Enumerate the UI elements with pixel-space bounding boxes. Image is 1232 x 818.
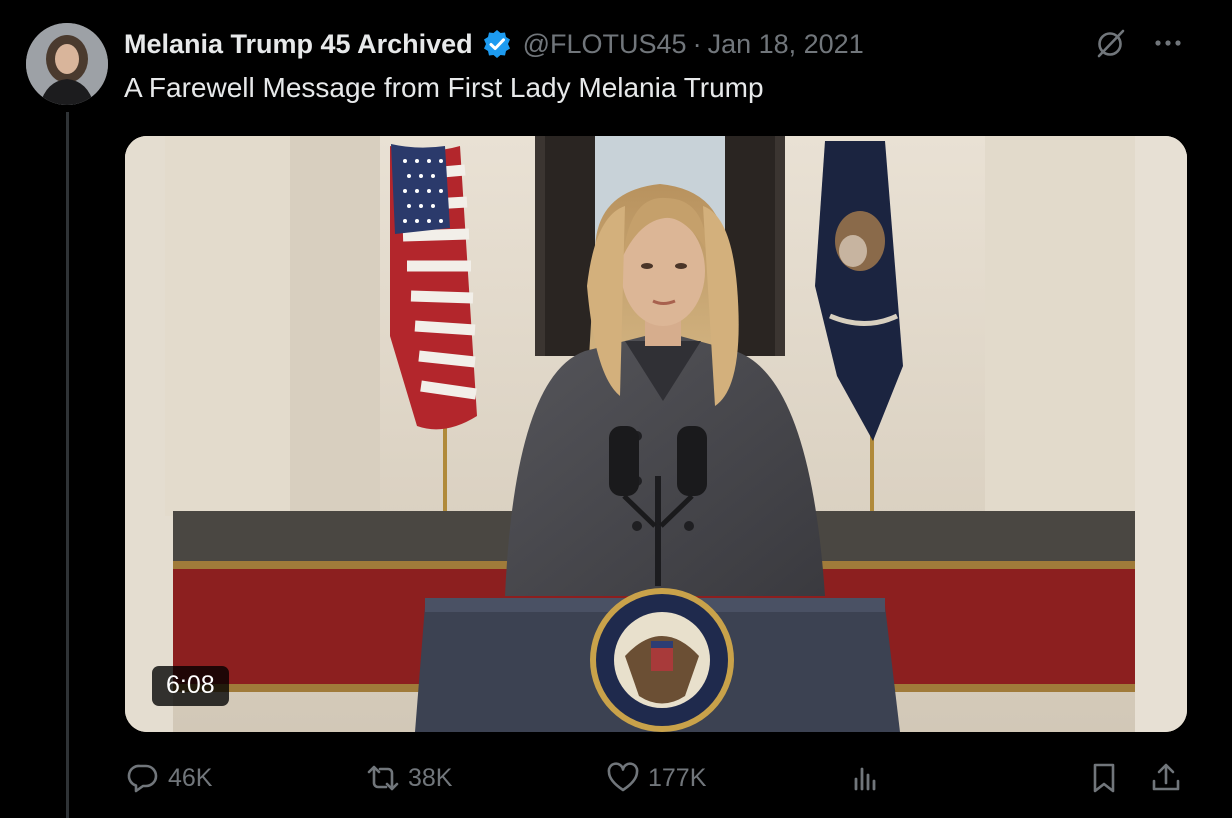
video-thumbnail [125, 136, 1187, 732]
more-options-icon[interactable] [1150, 28, 1186, 58]
author-name[interactable]: Melania Trump 45 Archived [124, 29, 473, 60]
like-count: 177K [648, 763, 707, 792]
views-button[interactable] [845, 758, 885, 798]
tweet-date[interactable]: Jan 18, 2021 [708, 29, 864, 60]
repost-button[interactable]: 38K [366, 758, 452, 798]
bookmark-icon [1093, 763, 1115, 793]
tweet-header: Melania Trump 45 Archived @FLOTUS45 · Ja… [124, 26, 864, 62]
reply-button[interactable]: 46K [126, 758, 212, 798]
share-button[interactable] [1146, 758, 1186, 798]
video-player[interactable] [125, 136, 1187, 732]
tweet-text: A Farewell Message from First Lady Melan… [124, 72, 764, 103]
bookmark-button[interactable] [1084, 758, 1124, 798]
share-icon [1152, 763, 1180, 791]
thread-line [66, 112, 69, 818]
avatar-photo [26, 23, 108, 105]
reply-count: 46K [168, 763, 213, 792]
author-handle[interactable]: @FLOTUS45 [523, 29, 687, 60]
heart-icon [607, 762, 639, 792]
reply-icon [127, 764, 158, 793]
author-avatar[interactable] [26, 23, 108, 105]
header-separator: · [692, 28, 702, 59]
repost-count: 38K [408, 763, 453, 792]
analytics-icon [854, 767, 876, 791]
repost-icon [367, 765, 399, 791]
like-button[interactable]: 177K [606, 758, 706, 798]
video-duration: 6:08 [152, 666, 229, 706]
verified-badge-icon [481, 28, 513, 60]
grok-icon[interactable] [1094, 26, 1128, 60]
